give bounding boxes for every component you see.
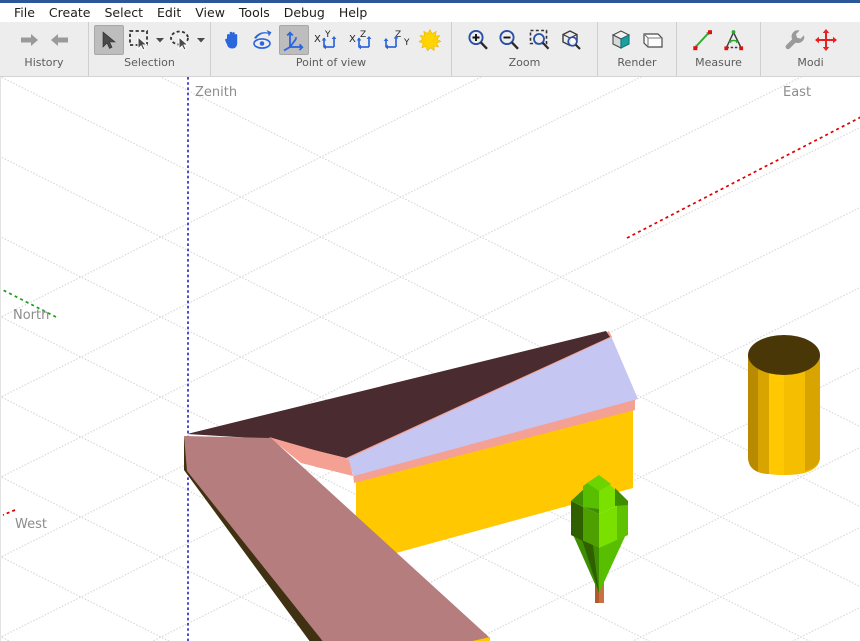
wrench-icon: [783, 28, 807, 52]
toolbar-group-zoom: Zoom: [451, 22, 597, 76]
view-zy-button[interactable]: Z Y: [380, 25, 414, 55]
chevron-down-icon: [197, 37, 205, 43]
solid-cube-icon: [610, 28, 634, 52]
svg-text:X: X: [349, 34, 356, 45]
toolbar-group-measure: Measure: [676, 22, 760, 76]
toolbar-group-point-of-view-label: Point of view: [296, 57, 366, 69]
chevron-down-icon: [156, 37, 164, 43]
viewport-3d[interactable]: Zenith East North West: [0, 77, 860, 641]
move-object-button[interactable]: [811, 25, 841, 55]
render-solid-button[interactable]: [607, 25, 637, 55]
tree-prism-right-edge: [617, 501, 628, 540]
zoom-in-button[interactable]: [463, 25, 493, 55]
svg-text:X: X: [314, 34, 321, 45]
axes-3d-icon: [282, 28, 306, 52]
zoom-extents-button[interactable]: [556, 25, 586, 55]
menu-item-tools[interactable]: Tools: [232, 4, 277, 22]
select-pointer-button[interactable]: [94, 25, 124, 55]
view-3d-button[interactable]: [279, 25, 309, 55]
zoom-out-icon: [497, 28, 521, 52]
move-arrows-icon: [814, 28, 838, 52]
toolbar-group-point-of-view: X Y X Z: [210, 22, 451, 76]
redo-button[interactable]: [45, 25, 75, 55]
cylinder-facet-right: [784, 362, 805, 475]
viewport-background: [1, 77, 860, 641]
undo-arrow-icon: [17, 28, 41, 52]
zoom-out-button[interactable]: [494, 25, 524, 55]
toolbar-group-selection: Selection: [88, 22, 210, 76]
toolbar-group-render-label: Render: [617, 57, 656, 69]
zoom-in-icon: [466, 28, 490, 52]
svg-text:Y: Y: [324, 30, 331, 40]
cylinder-facet-center: [769, 364, 784, 475]
orbit-eye-icon: [251, 29, 275, 51]
cylinder-top: [748, 335, 820, 375]
toolbar-group-zoom-label: Zoom: [509, 57, 541, 69]
toolbar-group-zoom-icons: [463, 22, 586, 58]
toolbar-group-render: Render: [597, 22, 676, 76]
rectangle-select-button[interactable]: [125, 25, 155, 55]
measure-angle-button[interactable]: [719, 25, 749, 55]
menu-item-create[interactable]: Create: [42, 4, 98, 22]
application-window: File Create Select Edit View Tools Debug…: [0, 0, 860, 641]
svg-text:Z: Z: [360, 30, 366, 40]
modify-tool-button[interactable]: [780, 25, 810, 55]
measure-distance-button[interactable]: [688, 25, 718, 55]
menu-item-help[interactable]: Help: [332, 4, 375, 22]
sun-light-button[interactable]: [415, 25, 445, 55]
view-xy-icon: X Y: [312, 28, 342, 52]
lasso-select-dropdown[interactable]: [197, 25, 206, 55]
rectangle-select-icon: [127, 28, 153, 52]
menu-item-select[interactable]: Select: [97, 4, 150, 22]
pan-button[interactable]: [217, 25, 247, 55]
toolbar-group-modify: Modi: [760, 22, 860, 76]
toolbar-group-history-icons: [14, 22, 75, 58]
pointer-arrow-icon: [98, 29, 120, 51]
tree-prism-left-dark: [571, 501, 583, 541]
view-xy-button[interactable]: X Y: [310, 25, 344, 55]
toolbar: History: [0, 22, 860, 77]
toolbar-group-modify-icons: [780, 22, 841, 58]
zoom-extents-icon: [559, 28, 583, 52]
view-xz-button[interactable]: X Z: [345, 25, 379, 55]
menu-item-file[interactable]: File: [7, 4, 42, 22]
toolbar-group-point-of-view-icons: X Y X Z: [217, 22, 445, 58]
measure-angle-icon: [722, 28, 746, 52]
scene-canvas[interactable]: [1, 77, 860, 641]
measure-distance-icon: [691, 28, 715, 52]
toolbar-group-history-label: History: [24, 57, 63, 69]
menu-item-edit[interactable]: Edit: [150, 4, 188, 22]
menu-bar: File Create Select Edit View Tools Debug…: [0, 3, 860, 22]
cylinder-tower[interactable]: [748, 335, 820, 475]
toolbar-group-selection-label: Selection: [124, 57, 175, 69]
svg-text:Y: Y: [403, 38, 410, 48]
toolbar-group-render-icons: [607, 22, 668, 58]
wireframe-box-icon: [641, 28, 665, 52]
toolbar-group-modify-label: Modi: [797, 57, 823, 69]
rectangle-select-dropdown[interactable]: [156, 25, 165, 55]
cylinder-facet-left: [758, 361, 769, 474]
lasso-select-icon: [168, 28, 194, 52]
sun-light-icon: [418, 28, 442, 52]
toolbar-group-selection-icons: [94, 22, 206, 58]
zoom-window-button[interactable]: [525, 25, 555, 55]
orbit-button[interactable]: [248, 25, 278, 55]
view-zy-icon: Z Y: [382, 28, 412, 52]
menu-item-debug[interactable]: Debug: [277, 4, 332, 22]
toolbar-group-measure-label: Measure: [695, 57, 742, 69]
view-xz-icon: X Z: [347, 28, 377, 52]
menu-item-view[interactable]: View: [188, 4, 232, 22]
toolbar-group-history: History: [0, 22, 88, 76]
pan-hand-icon: [221, 29, 243, 51]
redo-arrow-icon: [48, 28, 72, 52]
toolbar-group-measure-icons: [688, 22, 749, 58]
lasso-select-button[interactable]: [166, 25, 196, 55]
cylinder-facet-left-dark: [748, 355, 758, 472]
cylinder-facet-right-dark: [805, 355, 820, 471]
zoom-window-icon: [528, 28, 552, 52]
undo-button[interactable]: [14, 25, 44, 55]
render-wireframe-button[interactable]: [638, 25, 668, 55]
